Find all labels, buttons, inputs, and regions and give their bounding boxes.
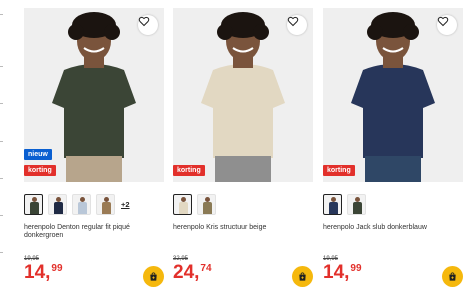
more-colors-link[interactable]: +2 xyxy=(121,200,130,209)
product-photo[interactable]: korting xyxy=(173,8,313,182)
shopping-bag-icon xyxy=(299,272,306,281)
product-photo[interactable]: nieuw korting xyxy=(24,8,164,182)
shopping-bag-icon xyxy=(449,272,456,281)
new-badge: nieuw xyxy=(24,149,52,160)
heart-icon xyxy=(437,16,449,27)
wishlist-button[interactable] xyxy=(287,15,307,35)
wishlist-button[interactable] xyxy=(138,15,158,35)
shopping-bag-icon xyxy=(150,272,157,281)
price-decimals: 74 xyxy=(200,263,212,274)
color-swatch[interactable] xyxy=(72,194,91,215)
scroll-edge xyxy=(0,0,6,293)
add-to-cart-button[interactable] xyxy=(143,266,164,287)
pants xyxy=(365,156,421,182)
color-swatch[interactable] xyxy=(323,194,342,215)
shirt xyxy=(351,64,435,158)
color-swatch[interactable] xyxy=(24,194,43,215)
color-swatches xyxy=(173,194,216,215)
price: 14, 99 xyxy=(24,262,63,284)
add-to-cart-button[interactable] xyxy=(292,266,313,287)
product-title[interactable]: herenpolo Jack slub donkerblauw xyxy=(323,224,463,232)
shirt xyxy=(201,64,285,158)
color-swatches: +2 xyxy=(24,194,130,215)
add-to-cart-button[interactable] xyxy=(442,266,463,287)
product-photo[interactable]: korting xyxy=(323,8,463,182)
price-integer: 24, xyxy=(173,262,200,283)
color-swatch[interactable] xyxy=(96,194,115,215)
price: 24, 74 xyxy=(173,262,212,284)
shirt xyxy=(52,64,136,158)
price-integer: 14, xyxy=(24,262,51,283)
price-decimals: 99 xyxy=(350,263,362,274)
sale-badge: korting xyxy=(173,165,205,176)
sale-badge: korting xyxy=(24,165,56,176)
product-card[interactable]: korting herenpolo Jack slub donkerblauw … xyxy=(323,8,463,293)
price-integer: 14, xyxy=(323,262,350,283)
color-swatch[interactable] xyxy=(173,194,192,215)
price: 14, 99 xyxy=(323,262,362,284)
price-decimals: 99 xyxy=(51,263,63,274)
pants xyxy=(215,156,271,182)
product-card[interactable]: korting herenpolo Kris structuur beige 3… xyxy=(173,8,313,293)
wishlist-button[interactable] xyxy=(437,15,457,35)
pants xyxy=(66,156,122,182)
color-swatch[interactable] xyxy=(347,194,366,215)
heart-icon xyxy=(138,16,150,27)
product-title[interactable]: herenpolo Denton regular fit piqué donke… xyxy=(24,224,164,240)
sale-badge: korting xyxy=(323,165,355,176)
product-card[interactable]: nieuw korting +2 herenpolo Denton regula… xyxy=(24,8,164,293)
color-swatches xyxy=(323,194,366,215)
product-title[interactable]: herenpolo Kris structuur beige xyxy=(173,224,313,232)
color-swatch[interactable] xyxy=(48,194,67,215)
heart-icon xyxy=(287,16,299,27)
color-swatch[interactable] xyxy=(197,194,216,215)
